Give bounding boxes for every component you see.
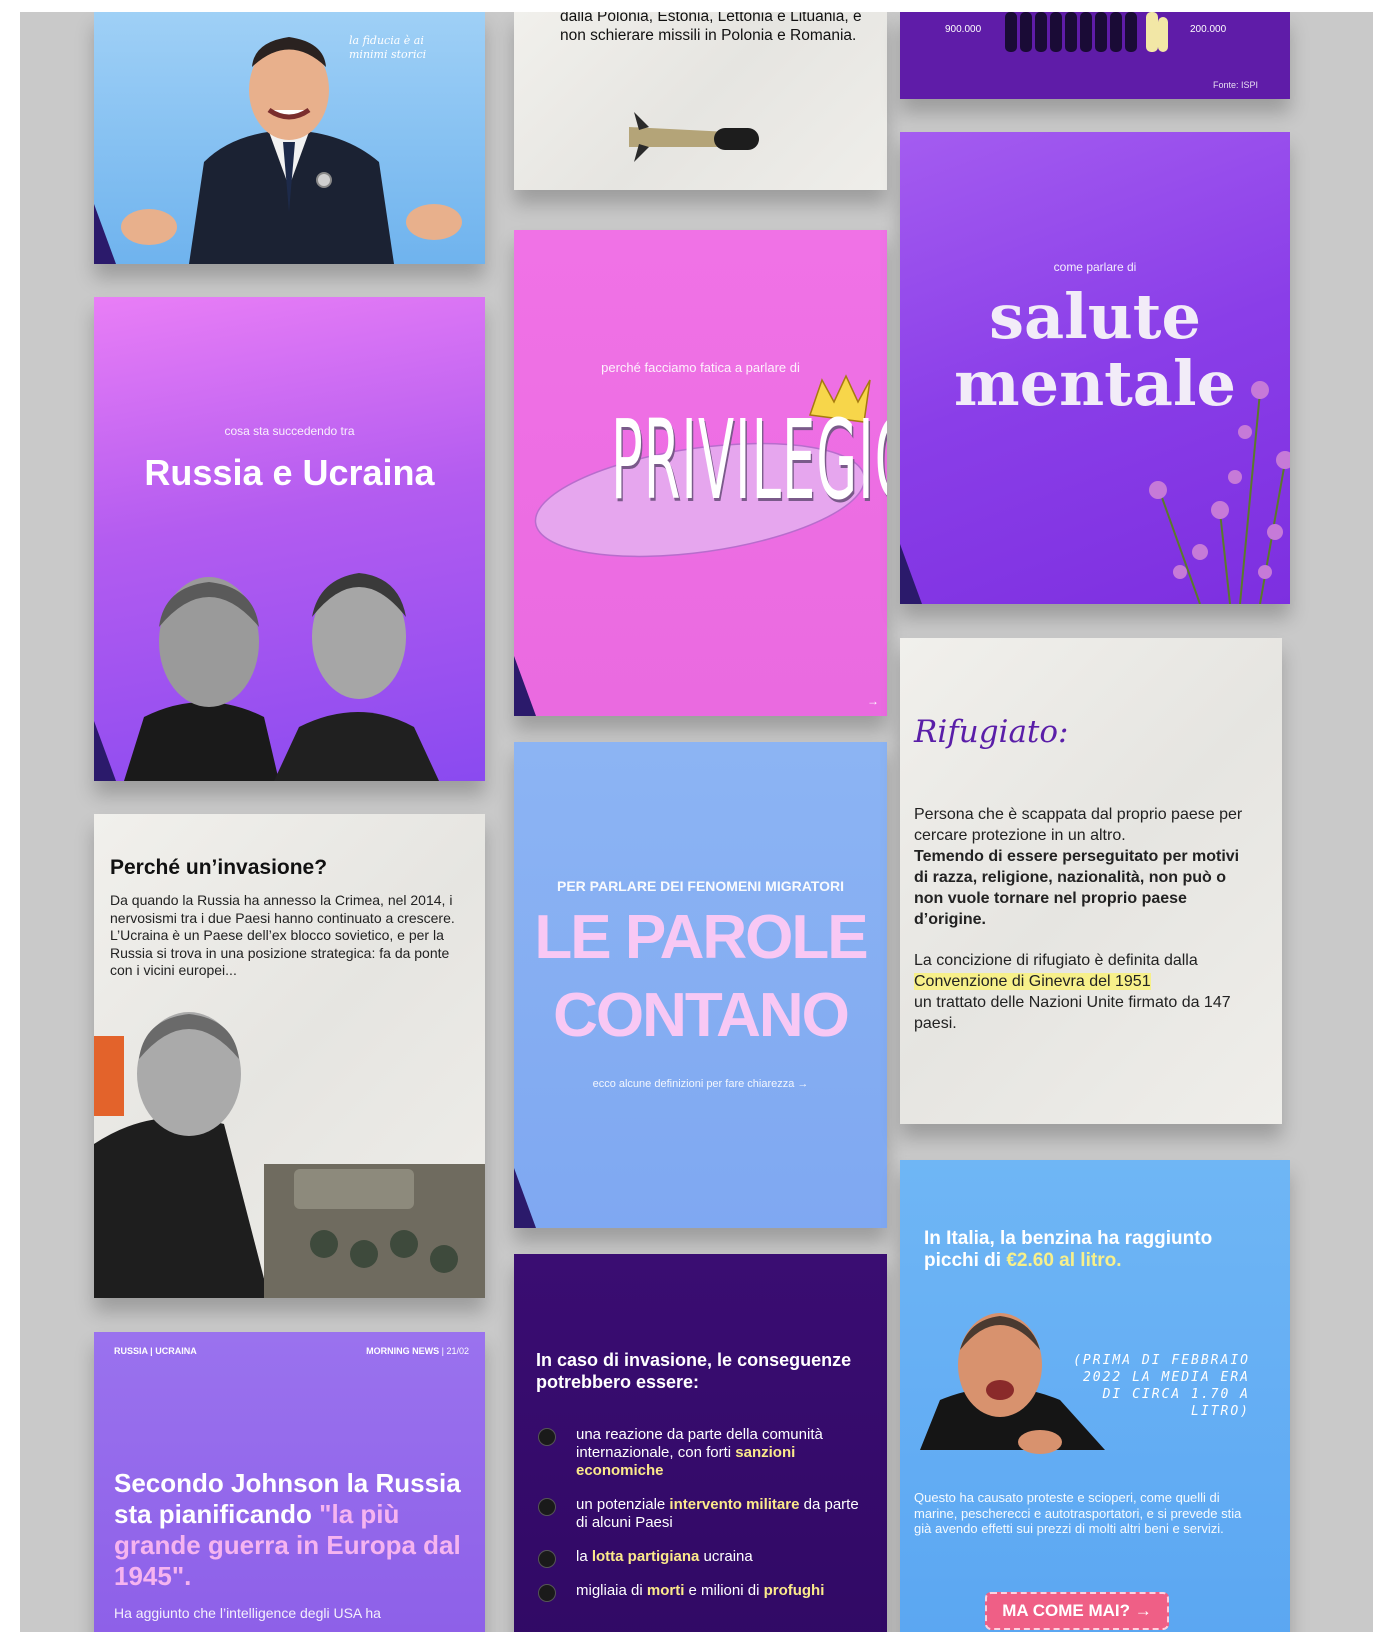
card-privilegio[interactable]: perché facciamo fatica a parlare di PRIV…	[514, 230, 887, 716]
brand-logo-icon	[514, 656, 536, 716]
missile-icon	[629, 112, 759, 162]
bomb-icon	[538, 1584, 556, 1602]
right-value: 200.000	[1190, 24, 1227, 35]
card-benzina[interactable]: In Italia, la benzina ha raggiunto picch…	[900, 1160, 1290, 1632]
card-title: Secondo Johnson la Russia sta pianifican…	[114, 1468, 464, 1592]
highlight: Convenzione di Ginevra del 1951	[914, 973, 1151, 990]
list-item: una reazione da parte della comunità int…	[536, 1426, 871, 1480]
putin-army-photo	[94, 1012, 485, 1298]
card-perche-invasione[interactable]: Perché un’invasione? Da quando la Russia…	[94, 814, 485, 1298]
carousel-grid: la fiducia è ai minimi storici cosa sta …	[20, 12, 1373, 1632]
tag-right: MORNING NEWS | 21/02	[366, 1346, 469, 1356]
card-body: Ha aggiunto che l’intelligence degli USA…	[114, 1605, 381, 1621]
flowers-icon	[1149, 381, 1290, 604]
card-kicker: PER PARLARE DEI FENOMENI MIGRATORI	[556, 878, 844, 894]
consequences-list: una reazione da parte della comunità int…	[536, 1426, 871, 1616]
card-title: In caso di invasione, le conseguenze pot…	[536, 1350, 852, 1392]
tag-date: 21/02	[446, 1346, 469, 1356]
brand-logo-icon	[94, 721, 116, 781]
card-title: PRIVILEGIO	[610, 396, 887, 524]
brand-logo-icon	[94, 204, 116, 264]
why-button[interactable]: MA COME MAI? →	[985, 1592, 1169, 1630]
list-item: un potenziale intervento militare da par…	[536, 1496, 871, 1532]
bomb-icon	[538, 1498, 556, 1516]
card-footer: ecco alcune definizioni per fare chiarez…	[592, 1078, 809, 1090]
bomb-icon	[538, 1550, 556, 1568]
card-russia-ucraina[interactable]: cosa sta succedendo tra Russia e Ucraina	[94, 297, 485, 781]
card-rifugiato[interactable]: Rifugiato: Persona che è scappata dal pr…	[900, 638, 1282, 1124]
title-plain: Secondo Johnson la Russia sta pianifican…	[114, 1468, 461, 1529]
handwritten-note: (PRIMA DI FEBBRAIO 2022 LA MEDIA ERA DI …	[1073, 1353, 1250, 1419]
card-title-line2: CONTANO	[553, 981, 850, 1050]
list-item: la lotta partigiana ucraina	[536, 1548, 871, 1568]
brand-logo-icon	[900, 544, 922, 604]
leaders-photo	[124, 573, 439, 781]
card-le-parole-contano[interactable]: PER PARLARE DEI FENOMENI MIGRATORI LE PA…	[514, 742, 887, 1228]
card-johnson[interactable]: RUSSIA | UCRAINA MORNING NEWS | 21/02 Se…	[94, 1332, 485, 1632]
bomb-icon	[538, 1428, 556, 1446]
tag-right-label: MORNING NEWS	[366, 1346, 440, 1356]
next-arrow-icon[interactable]: →	[867, 694, 879, 708]
card-title: Rifugiato:	[914, 714, 1069, 750]
source-note: Fonte: ISPI	[1212, 80, 1258, 90]
card-title-line1: LE PAROLE	[534, 903, 868, 972]
list-item: migliaia di morti e milioni di profughi	[536, 1582, 871, 1602]
card-ispi-soldiers[interactable]: 900.000 200.000 Fonte: ISPI	[900, 12, 1290, 99]
card-body: Questo ha causato proteste e scioperi, c…	[914, 1490, 1242, 1536]
card-salute-mentale[interactable]: come parlare di salute mentale	[900, 132, 1290, 604]
card-berlusconi[interactable]: la fiducia è ai minimi storici	[94, 12, 485, 264]
definition-text: Persona che è scappata dal proprio paese…	[914, 806, 1243, 1032]
handwritten-note: la fiducia è ai minimi storici	[349, 34, 427, 61]
card-conseguenze[interactable]: In caso di invasione, le conseguenze pot…	[514, 1254, 887, 1632]
tag-left: RUSSIA | UCRAINA	[114, 1346, 197, 1356]
card-missili[interactable]: dalla Polonia, Estonia, Lettonia e Litua…	[514, 12, 887, 190]
brand-logo-icon	[514, 1168, 536, 1228]
